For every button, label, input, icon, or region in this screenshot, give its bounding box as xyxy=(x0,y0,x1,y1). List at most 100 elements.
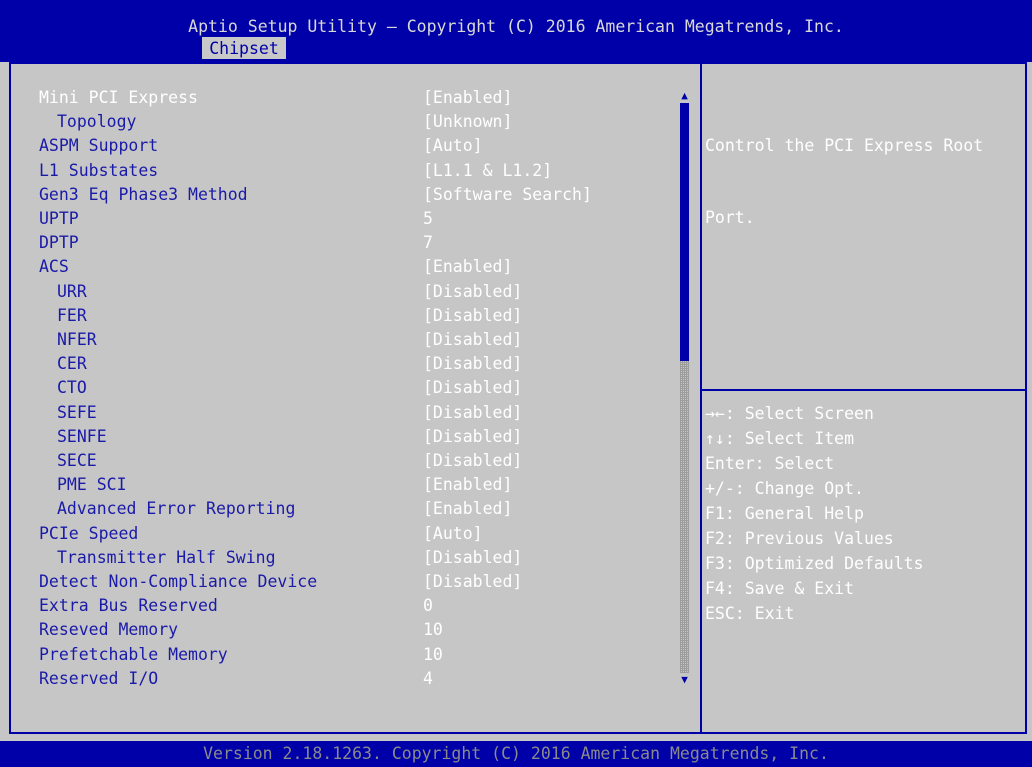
setting-row-nfer[interactable]: NFER [Disabled] xyxy=(11,328,681,352)
setting-row-cto[interactable]: CTO [Disabled] xyxy=(11,376,681,400)
setting-row-gen3-eq-phase3-method[interactable]: Gen3 Eq Phase3 Method [Software Search] xyxy=(11,183,681,207)
setting-label: NFER xyxy=(57,330,97,349)
setting-row-advanced-error-reporting[interactable]: Advanced Error Reporting [Enabled] xyxy=(11,497,681,521)
setting-row-sefe[interactable]: SEFE [Disabled] xyxy=(11,401,681,425)
setting-label: PCIe Speed xyxy=(39,523,139,543)
key-select-item: ↑↓: Select Item xyxy=(705,429,855,448)
setting-label: PME SCI xyxy=(57,475,127,495)
setting-label: CER xyxy=(57,354,87,374)
setting-value[interactable]: [Auto] xyxy=(423,522,483,546)
setting-label: Topology xyxy=(57,112,137,132)
scroll-thumb[interactable] xyxy=(680,103,689,361)
key-legend: →←: Select Screen ↑↓: Select Item Enter:… xyxy=(705,401,1025,626)
setting-value[interactable]: [Disabled] xyxy=(423,449,522,473)
scrollbar[interactable]: ▲ ▼ xyxy=(679,89,690,687)
setting-label: SEFE xyxy=(57,402,97,422)
setting-row-mini-pci-express[interactable]: Mini PCI Express [Enabled] xyxy=(11,86,681,110)
scroll-down-icon[interactable]: ▼ xyxy=(679,673,690,687)
setting-row-acs[interactable]: ACS [Enabled] xyxy=(11,255,681,279)
setting-row-l1-substates[interactable]: L1 Substates [L1.1 & L1.2] xyxy=(11,159,681,183)
key-enter-select: Enter: Select xyxy=(705,454,835,473)
setting-value[interactable]: [Disabled] xyxy=(423,376,522,400)
main-panel: Mini PCI Express [Enabled] Topology [Unknow… xyxy=(0,62,1032,741)
setting-row-dptp[interactable]: DPTP 7 xyxy=(11,231,681,255)
setting-value[interactable]: [Enabled] xyxy=(423,473,512,497)
setting-label: Gen3 Eq Phase3 Method xyxy=(39,184,248,204)
key-exit: ESC: Exit xyxy=(705,604,795,623)
setting-row-transmitter-half-swing[interactable]: Transmitter Half Swing [Disabled] xyxy=(11,546,681,570)
setting-value[interactable]: [Disabled] xyxy=(423,401,522,425)
scroll-up-icon[interactable]: ▲ xyxy=(679,89,690,103)
setting-row-reseved-memory[interactable]: Reseved Memory 10 xyxy=(11,618,681,642)
setting-label: L1 Substates xyxy=(39,160,159,180)
setting-label: Mini PCI Express xyxy=(39,88,198,107)
setting-label: SENFE xyxy=(57,426,107,446)
setting-label: Extra Bus Reserved xyxy=(39,596,218,616)
setting-label: FER xyxy=(57,305,87,325)
setting-value[interactable]: [Enabled] xyxy=(423,255,512,279)
setting-row-topology[interactable]: Topology [Unknown] xyxy=(11,110,681,134)
setting-row-reserved-i-o[interactable]: Reserved I/O 4 xyxy=(11,667,681,691)
setting-label: Reserved I/O xyxy=(39,668,159,688)
setting-row-extra-bus-reserved[interactable]: Extra Bus Reserved 0 xyxy=(11,594,681,618)
setting-value[interactable]: [L1.1 & L1.2] xyxy=(423,159,552,183)
key-optimized-defaults: F3: Optimized Defaults xyxy=(705,554,924,573)
setting-value[interactable]: [Disabled] xyxy=(423,546,522,570)
setting-row-prefetchable-memory[interactable]: Prefetchable Memory 10 xyxy=(11,643,681,667)
setting-value[interactable]: [Disabled] xyxy=(423,304,522,328)
setting-value[interactable]: 10 xyxy=(423,618,443,642)
setting-value[interactable]: [Disabled] xyxy=(423,352,522,376)
setting-row-urr[interactable]: URR [Disabled] xyxy=(11,280,681,304)
setting-row-fer[interactable]: FER [Disabled] xyxy=(11,304,681,328)
setting-value[interactable]: [Disabled] xyxy=(423,570,522,594)
setting-row-cer[interactable]: CER [Disabled] xyxy=(11,352,681,376)
setting-value[interactable]: 5 xyxy=(423,207,433,231)
key-previous-values: F2: Previous Values xyxy=(705,529,894,548)
key-change-opt: +/-: Change Opt. xyxy=(705,479,864,498)
setting-label: Advanced Error Reporting xyxy=(57,499,296,519)
key-save-exit: F4: Save & Exit xyxy=(705,579,855,598)
tab-chipset[interactable]: Chipset xyxy=(202,37,286,59)
setting-value[interactable]: 10 xyxy=(423,643,443,667)
setting-value[interactable]: 7 xyxy=(423,231,433,255)
setting-label: DPTP xyxy=(39,233,79,253)
content-frame: Mini PCI Express [Enabled] Topology [Unknow… xyxy=(9,62,1027,734)
setting-label: Detect Non-Compliance Device xyxy=(39,572,318,591)
setting-row-uptp[interactable]: UPTP 5 xyxy=(11,207,681,231)
setting-label: ASPM Support xyxy=(39,136,159,156)
panel-divider xyxy=(700,64,702,732)
setting-label: UPTP xyxy=(39,209,79,228)
help-line: Port. xyxy=(705,208,755,227)
version-footer: Version 2.18.1263. Copyright (C) 2016 Am… xyxy=(0,741,1032,767)
setting-label: Reseved Memory xyxy=(39,620,179,640)
setting-value[interactable]: [Software Search] xyxy=(423,183,592,207)
setting-label: Transmitter Half Swing xyxy=(57,547,276,567)
key-select-screen: →←: Select Screen xyxy=(705,404,874,423)
setting-label: CTO xyxy=(57,378,87,398)
setting-row-detect-non-compliance-device[interactable]: Detect Non-Compliance Device [Disabled] xyxy=(11,570,681,594)
setting-row-pcie-speed[interactable]: PCIe Speed [Auto] xyxy=(11,522,681,546)
setting-row-pme-sci[interactable]: PME SCI [Enabled] xyxy=(11,473,681,497)
setting-value[interactable]: [Enabled] xyxy=(423,86,512,110)
setting-value[interactable]: 4 xyxy=(423,667,433,691)
title-bar: Aptio Setup Utility – Copyright (C) 2016… xyxy=(0,0,1032,62)
setting-label: Prefetchable Memory xyxy=(39,644,228,664)
setting-row-sece[interactable]: SECE [Disabled] xyxy=(11,449,681,473)
help-description: Control the PCI Express Root Port. xyxy=(705,86,1025,278)
key-general-help: F1: General Help xyxy=(705,504,864,523)
setting-label: ACS xyxy=(39,257,69,277)
setting-value[interactable]: [Auto] xyxy=(423,134,483,158)
setting-value[interactable]: [Enabled] xyxy=(423,497,512,521)
help-divider xyxy=(702,389,1025,391)
setting-value[interactable]: [Unknown] xyxy=(423,110,512,134)
setting-row-aspm-support[interactable]: ASPM Support [Auto] xyxy=(11,134,681,158)
setting-label: SECE xyxy=(57,451,97,470)
app-title: Aptio Setup Utility – Copyright (C) 2016… xyxy=(188,17,844,36)
setting-label: URR xyxy=(57,281,87,301)
setting-value[interactable]: [Disabled] xyxy=(423,280,522,304)
help-line: Control the PCI Express Root xyxy=(705,136,984,155)
setting-value[interactable]: [Disabled] xyxy=(423,425,522,449)
setting-value[interactable]: 0 xyxy=(423,594,433,618)
setting-row-senfe[interactable]: SENFE [Disabled] xyxy=(11,425,681,449)
setting-value[interactable]: [Disabled] xyxy=(423,328,522,352)
